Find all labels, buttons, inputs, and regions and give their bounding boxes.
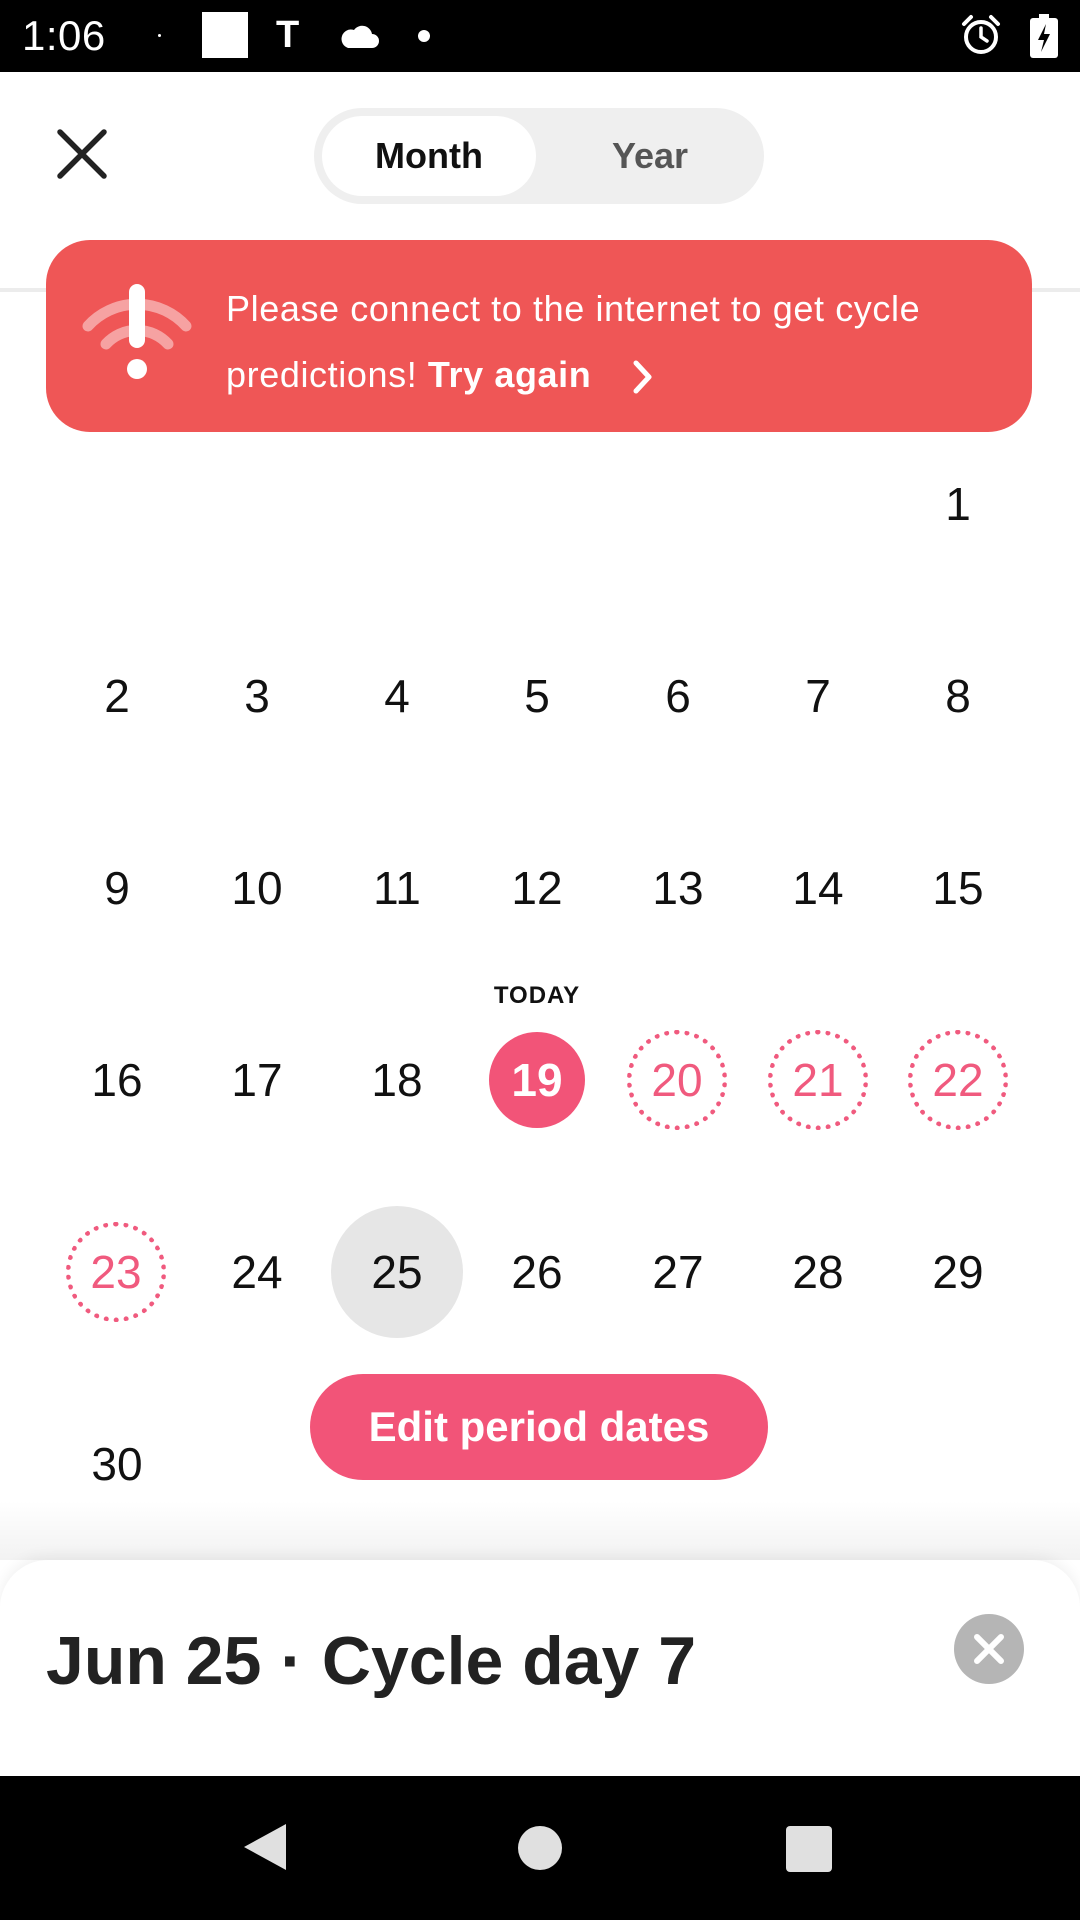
offline-banner: Please connect to the internet to get cy…	[46, 240, 1032, 432]
calendar-day-predicted[interactable]: 20	[627, 1030, 727, 1130]
calendar-day[interactable]: 13	[618, 828, 738, 948]
banner-message-block: Please connect to the internet to get cy…	[226, 276, 986, 408]
close-button[interactable]	[50, 122, 114, 186]
wifi-alert-icon	[82, 284, 192, 379]
day-detail-sheet: Jun 25 · Cycle day 7	[0, 1560, 1080, 1776]
alarm-icon	[962, 15, 1000, 54]
calendar-day[interactable]: 15	[898, 828, 1018, 948]
calendar-day[interactable]: 6	[618, 636, 738, 756]
calendar-day[interactable]: 16	[57, 1020, 177, 1140]
close-circle-icon	[974, 1634, 1004, 1664]
calendar-day[interactable]: 14	[758, 828, 878, 948]
calendar-day[interactable]: 9	[57, 828, 177, 948]
calendar-day[interactable]: 11	[337, 828, 457, 948]
status-bar: 1:06 T	[0, 0, 1080, 72]
calendar-day-predicted[interactable]: 22	[908, 1030, 1008, 1130]
today-label: TODAY	[493, 982, 581, 1009]
calendar-day[interactable]: 10	[197, 828, 317, 948]
navigation-bar	[0, 1776, 1080, 1920]
calendar-day[interactable]: 4	[337, 636, 457, 756]
calendar-day[interactable]: 7	[758, 636, 878, 756]
calendar-day[interactable]: 27	[618, 1212, 738, 1332]
calendar-day-predicted[interactable]: 23	[66, 1222, 166, 1322]
calendar-day-selected[interactable]: 25	[331, 1206, 463, 1338]
tab-year[interactable]: Year	[544, 116, 756, 196]
calendar-day[interactable]: 17	[197, 1020, 317, 1140]
chevron-right-icon[interactable]	[632, 360, 654, 394]
calendar-day-today[interactable]: 19	[489, 1032, 585, 1128]
cloud-icon	[341, 25, 379, 48]
sheet-fade	[0, 1500, 1080, 1560]
dot-icon	[418, 30, 430, 42]
calendar-day[interactable]: 5	[477, 636, 597, 756]
calendar-day[interactable]: 24	[197, 1212, 317, 1332]
square-icon	[202, 12, 248, 58]
calendar-day[interactable]: 29	[898, 1212, 1018, 1332]
calendar-day[interactable]: 8	[898, 636, 1018, 756]
screen: 1:06 T Month Year Please connect to the …	[0, 0, 1080, 1920]
tiny-dot-icon	[158, 34, 161, 37]
home-icon[interactable]	[518, 1826, 562, 1870]
calendar-day[interactable]: 2	[57, 636, 177, 756]
calendar-day[interactable]: 26	[477, 1212, 597, 1332]
calendar-day[interactable]: 28	[758, 1212, 878, 1332]
status-time: 1:06	[22, 12, 106, 59]
try-again-link[interactable]: Try again	[428, 354, 591, 395]
calendar-day[interactable]: 1	[898, 444, 1018, 564]
t-icon: T	[276, 14, 300, 56]
tab-month[interactable]: Month	[322, 116, 536, 196]
calendar-day[interactable]: 12	[477, 828, 597, 948]
edit-period-dates-button[interactable]: Edit period dates	[310, 1374, 768, 1480]
close-icon	[57, 129, 107, 179]
battery-charging-icon	[1030, 14, 1058, 58]
sheet-close-button[interactable]	[954, 1614, 1024, 1684]
calendar-day[interactable]: 18	[337, 1020, 457, 1140]
calendar-day-predicted[interactable]: 21	[768, 1030, 868, 1130]
recents-icon[interactable]	[786, 1826, 832, 1872]
back-icon[interactable]	[242, 1822, 288, 1872]
view-toggle: Month Year	[314, 108, 764, 204]
sheet-title: Jun 25 · Cycle day 7	[46, 1623, 697, 1699]
calendar-day[interactable]: 3	[197, 636, 317, 756]
